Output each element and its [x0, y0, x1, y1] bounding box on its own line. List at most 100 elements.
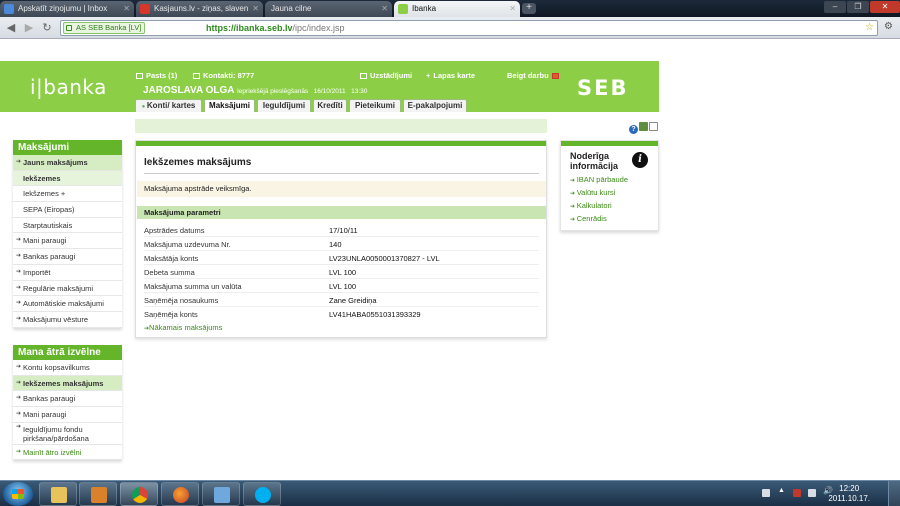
last-login: Iepriekšējā pieslēgšanās 16/10/2011 13:3… [237, 88, 367, 95]
quick-item-my-templates[interactable]: Mani paraugi [13, 407, 122, 423]
sidebar-item-automatic-payments[interactable]: Automātiskie maksājumi [13, 296, 122, 312]
price-list-link[interactable]: Cenrādis [570, 214, 607, 223]
clock-time: 12:20 [839, 484, 860, 493]
tab-e-services[interactable]: E-pakalpojumi [403, 99, 467, 112]
section-header: Maksājuma parametri [137, 206, 546, 219]
forward-icon[interactable]: ▶ [22, 21, 36, 35]
sidebar-quick-menu: Mana ātrā izvēlne Kontu kopsavilkums Iek… [13, 345, 122, 461]
sidebar-item-domestic-plus[interactable]: Iekšzemes + [13, 186, 122, 203]
close-window-icon[interactable]: ✕ [870, 1, 900, 13]
sidebar-item-regular-payments[interactable]: Regulārie maksājumi [13, 281, 122, 297]
wrench-menu-icon[interactable]: ⚙ [884, 21, 893, 32]
sidebar-item-new-payment[interactable]: Jauns maksājums [13, 155, 122, 171]
param-label: Maksātāja konts [144, 254, 199, 263]
tab-investments[interactable]: Ieguldījumi [257, 99, 311, 112]
taskbar-firefox[interactable] [161, 482, 199, 506]
tab-label: Konti/ kartes [146, 101, 196, 110]
tray-flag-icon[interactable] [793, 489, 801, 497]
param-row: Debeta summa LVL 100 [144, 266, 539, 279]
close-tab-icon[interactable]: ✕ [381, 1, 388, 16]
sidebar-item-my-templates[interactable]: Mani paraugi [13, 233, 122, 250]
info-accent-bar [561, 141, 658, 146]
param-row: Maksājuma uzdevuma Nr. 140 [144, 238, 539, 251]
last-login-label: Iepriekšējā pieslēgšanās [237, 88, 309, 95]
window-app-icon [214, 487, 230, 503]
start-button[interactable] [3, 482, 33, 506]
logout-link[interactable]: Beigt darbu [507, 71, 559, 80]
quick-item-change-menu[interactable]: Mainīt ātro izvēlni [13, 445, 122, 461]
address-bar[interactable]: AS SEB Banka [LV] https://ibanka.seb.lv/… [60, 20, 878, 36]
mail-link[interactable]: Pasts (1) [136, 71, 177, 80]
tab-accounts[interactable]: ● Konti/ kartes [135, 99, 202, 112]
taskbar-media-player[interactable] [79, 482, 117, 506]
help-icon[interactable]: ? [629, 125, 638, 134]
quick-item-account-summary[interactable]: Kontu kopsavilkums [13, 360, 122, 376]
settings-link[interactable]: Uzstādījumi [360, 71, 412, 80]
taskbar-window-app[interactable] [202, 482, 240, 506]
bookmark-star-icon[interactable]: ☆ [865, 21, 874, 35]
param-value: LV23UNLA0050001370827 - LVL [329, 254, 440, 263]
last-login-date: 16/10/2011 [313, 88, 346, 95]
sidebar-item-bank-templates[interactable]: Bankas paraugi [13, 249, 122, 265]
reload-icon[interactable]: ↻ [40, 21, 54, 35]
sidebar-item-international[interactable]: Starptautiskais [13, 218, 122, 234]
back-icon[interactable]: ◀ [4, 21, 18, 35]
param-row: Maksājuma summa un valūta LVL 100 [144, 280, 539, 293]
sidebar-item-import[interactable]: Importēt [13, 265, 122, 281]
print-icon[interactable] [649, 122, 658, 131]
favorites-link[interactable]: + Lapas karte [426, 71, 475, 80]
taskbar-chrome[interactable] [120, 482, 158, 506]
tab-applications[interactable]: Pieteikumi [349, 99, 401, 112]
maximize-icon[interactable]: ❐ [847, 1, 869, 13]
tray-keyboard-icon[interactable] [762, 489, 770, 497]
plus-icon: + [426, 71, 431, 80]
mail-favicon-icon [4, 4, 14, 14]
tray-network-icon[interactable] [808, 489, 816, 497]
browser-tab-inbox[interactable]: Apskatīt ziņojumu | Inbox ✕ [0, 1, 134, 17]
clock-date: 2011.10.17. [828, 494, 870, 503]
favorites-label: Lapas karte [433, 71, 476, 80]
iban-check-link[interactable]: IBAN pārbaude [570, 175, 628, 184]
browser-tab-new[interactable]: Jauna cilne ✕ [265, 1, 392, 17]
sidebar-item-sepa[interactable]: SEPA (Eiropas) [13, 202, 122, 218]
seb-logo: SEB [577, 76, 629, 100]
quick-item-bank-templates[interactable]: Bankas paraugi [13, 391, 122, 408]
new-tab-button[interactable]: + [522, 3, 536, 14]
image-icon[interactable] [639, 122, 648, 131]
contacts-link[interactable]: Kontakti: 8777 [193, 71, 254, 80]
page-tools: ? [629, 122, 659, 134]
tray-arrow-icon[interactable]: ▲ [778, 487, 785, 495]
sidebar-item-payment-history[interactable]: Maksājumu vēsture [13, 312, 122, 328]
param-row: Saņēmēja nosaukums Zane Greidiņa [144, 294, 539, 307]
sidebar-item-domestic[interactable]: Iekšzemes [13, 170, 122, 187]
ibanka-page: i|banka Pasts (1) Kontakti: 8777 Uzstādī… [0, 40, 900, 480]
ev-certificate-badge[interactable]: AS SEB Banka [LV] [63, 22, 146, 34]
mail-link-label: Pasts (1) [146, 71, 178, 80]
exchange-rates-link[interactable]: Valūtu kursi [570, 188, 616, 197]
tray-clock[interactable]: 12:20 2011.10.17. [828, 484, 870, 504]
taskbar-explorer[interactable] [39, 482, 77, 506]
tab-title: Ibanka [412, 4, 437, 13]
browser-tab-strip: Apskatīt ziņojumu | Inbox ✕ Kasjauns.lv … [0, 0, 900, 17]
url-scheme: https:// [206, 23, 236, 33]
skype-icon [255, 487, 271, 503]
tab-payments[interactable]: Maksājumi [204, 99, 255, 112]
browser-tab-ibanka[interactable]: Ibanka ✕ [394, 1, 520, 17]
param-label: Maksājuma summa un valūta [144, 282, 242, 291]
taskbar-skype[interactable] [243, 482, 281, 506]
contacts-label: Kontakti: 8777 [203, 71, 255, 80]
close-tab-icon[interactable]: ✕ [123, 1, 130, 16]
show-desktop-button[interactable] [888, 481, 900, 506]
browser-tab-kasjauns[interactable]: Kasjauns.lv - ziņas, slaven ✕ [136, 1, 263, 17]
quick-item-fund-trading[interactable]: Ieguldījumu fondu pirkšana/pārdošana [13, 423, 122, 445]
close-tab-icon[interactable]: ✕ [509, 1, 516, 16]
close-tab-icon[interactable]: ✕ [252, 1, 259, 16]
minimize-icon[interactable]: – [824, 1, 846, 13]
calculators-link[interactable]: Kalkulatori [570, 201, 612, 210]
next-payment-link[interactable]: ➔Nākamais maksājums [144, 323, 222, 332]
tab-credits[interactable]: Kredīti [313, 99, 347, 112]
ibanka-logo[interactable]: i|banka [30, 75, 107, 99]
quick-item-domestic-payment[interactable]: Iekšzemes maksājums [13, 375, 122, 392]
folder-icon [51, 487, 67, 503]
ev-badge-label: AS SEB Banka [LV] [76, 23, 142, 32]
